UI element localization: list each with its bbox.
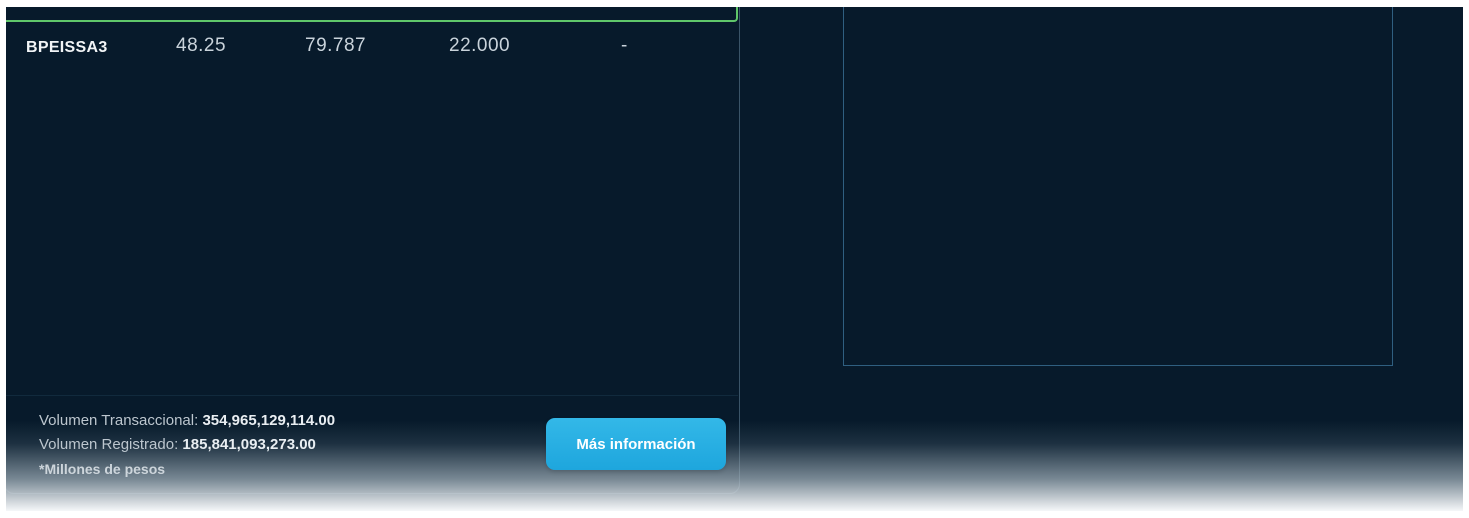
registered-volume-value: 185,841,093,273.00: [182, 436, 316, 453]
currency-note: *Millones de pesos: [39, 461, 166, 477]
market-summary-screen: BPEISSA3 48.25 79.787 22.000 - Volumen T…: [6, 7, 1463, 511]
registered-volume: Volumen Registrado: 185,841,093,273.00: [39, 433, 335, 457]
table-row[interactable]: BPEISSA3 48.25 79.787 22.000 -: [6, 33, 740, 63]
footer-divider: [6, 395, 738, 396]
value-cell: 48.25: [176, 35, 227, 56]
volume-info: Volumen Transaccional: 354,965,129,114.0…: [39, 409, 335, 481]
value-cell: 79.787: [305, 35, 367, 56]
transactional-volume-value: 354,965,129,114.00: [202, 412, 336, 429]
transactional-volume-label: Volumen Transaccional:: [39, 412, 203, 429]
value-cell: 22.000: [449, 35, 511, 56]
symbol-cell: BPEISSA3: [26, 39, 108, 56]
transactional-volume: Volumen Transaccional: 354,965,129,114.0…: [39, 409, 335, 433]
registered-volume-label: Volumen Registrado:: [39, 436, 183, 453]
selected-row-highlight: [6, 7, 738, 22]
chart-frame: [843, 7, 1393, 366]
value-cell: -: [621, 35, 628, 56]
more-info-button[interactable]: Más información: [546, 418, 726, 470]
